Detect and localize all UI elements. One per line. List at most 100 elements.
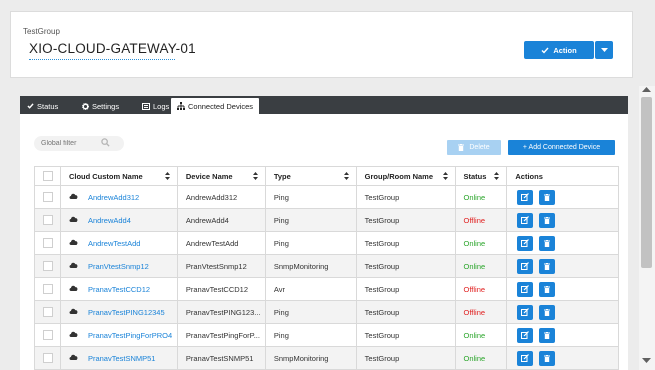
edit-icon [521,308,530,316]
action-dropdown-button[interactable] [595,41,613,59]
edit-button[interactable] [517,258,534,274]
action-button[interactable]: Action [524,41,594,59]
tab-status-label: Status [37,101,59,111]
device-name-cell: PranavTestCCD12 [176,277,266,301]
column-header-cloud-custom-name[interactable]: Cloud Custom Name [59,166,178,186]
table-row: PranavTestPING12345 PranavTestPING123...… [34,300,619,324]
row-select-cell [34,346,61,370]
sort-icon [343,172,349,180]
cloud-custom-name-cell: AndrewAdd312 [59,185,178,209]
tab-bar: Status Settings Logs Connected Devices [20,96,628,114]
delete-row-button[interactable] [539,212,556,228]
edit-button[interactable] [517,189,534,205]
edit-button[interactable] [517,327,534,343]
edit-button[interactable] [517,281,534,297]
table-row: PranavTestPingForPRO4 PranavTestPingForP… [34,323,619,347]
delete-row-button[interactable] [539,327,556,343]
row-checkbox[interactable] [43,284,53,294]
device-name-cell: PranavTestSNMP51 [176,346,266,370]
delete-row-button[interactable] [539,304,556,320]
cloud-custom-name-cell: PranVtestSnmp12 [59,254,178,278]
delete-row-button[interactable] [539,350,556,366]
sort-icon [494,172,500,180]
edit-button[interactable] [517,212,534,228]
row-select-cell [34,208,61,232]
cloud-custom-name-cell: PranavTestPingForPRO4 [59,323,178,347]
row-checkbox[interactable] [43,353,53,363]
column-header-type[interactable]: Type [264,166,357,186]
tab-status[interactable]: Status [27,98,58,114]
row-select-cell [34,277,61,301]
actions-cell [506,323,619,347]
search-icon [101,138,110,147]
trash-icon [544,308,551,316]
row-checkbox[interactable] [43,238,53,248]
delete-row-button[interactable] [539,189,556,205]
column-header-group-room-name[interactable]: Group/Room Name [355,166,456,186]
row-checkbox[interactable] [43,215,53,225]
sort-icon [442,172,448,180]
edit-button[interactable] [517,304,534,320]
edit-icon [521,239,530,247]
edit-icon [521,262,530,270]
type-cell: SnmpMonitoring [264,254,357,278]
tab-logs[interactable]: Logs [142,98,169,114]
cloud-custom-name-link[interactable]: PranavTestCCD12 [88,285,150,294]
check-icon [541,47,549,54]
row-checkbox[interactable] [43,192,53,202]
select-all-checkbox[interactable] [43,171,53,181]
gateway-name[interactable]: XIO-CLOUD-GATEWAY-01 [29,41,196,56]
type-cell: Ping [264,208,357,232]
cloud-icon [69,285,78,291]
actions-cell [506,277,619,301]
cloud-custom-name-cell: PranavTestSNMP51 [59,346,178,370]
cloud-custom-name-link[interactable]: AndrewAdd312 [88,193,139,202]
cloud-custom-name-cell: PranavTestCCD12 [59,277,178,301]
row-checkbox[interactable] [43,261,53,271]
column-header-device-name[interactable]: Device Name [176,166,266,186]
row-checkbox[interactable] [43,307,53,317]
sort-icon [164,172,170,180]
group-room-name-cell: TestGroup [355,254,456,278]
status-cell: Online [454,323,508,347]
cloud-custom-name-link[interactable]: PranavTestPingForPRO4 [88,331,172,340]
table-row: AndrewAdd312 AndrewAdd312 Ping TestGroup… [34,185,619,209]
cloud-custom-name-cell: AndrewTestAdd [59,231,178,255]
table-row: AndrewAdd4 AndrewAdd4 Ping TestGroup Off… [34,208,619,232]
tab-settings[interactable]: Settings [82,98,119,114]
delete-row-button[interactable] [539,235,556,251]
cloud-icon [69,262,78,268]
add-connected-device-button[interactable]: + Add Connected Device [508,140,615,155]
delete-row-button[interactable] [539,281,556,297]
status-cell: Offline [454,277,508,301]
cloud-custom-name-link[interactable]: AndrewTestAdd [88,239,141,248]
global-filter-input[interactable] [34,136,124,151]
cloud-custom-name-link[interactable]: PranavTestSNMP51 [88,354,156,363]
edit-button[interactable] [517,350,534,366]
tab-connected-devices[interactable]: Connected Devices [171,98,260,114]
check-icon [27,103,34,109]
device-name-cell: PranavTestPingForP... [176,323,266,347]
cloud-custom-name-link[interactable]: AndrewAdd4 [88,216,131,225]
scroll-down-arrow-icon[interactable] [642,358,651,364]
group-room-name-cell: TestGroup [355,208,456,232]
type-cell: Avr [264,277,357,301]
cloud-icon [69,308,78,314]
delete-button[interactable]: Delete [447,140,501,155]
cloud-custom-name-link[interactable]: PranVtestSnmp12 [88,262,149,271]
actions-cell [506,231,619,255]
gateway-header-card: TestGroup XIO-CLOUD-GATEWAY-01 Action [10,11,633,78]
group-room-name-cell: TestGroup [355,300,456,324]
row-checkbox[interactable] [43,330,53,340]
gateway-name-underline [29,59,175,60]
type-cell: Ping [264,323,357,347]
scroll-up-arrow-icon[interactable] [642,87,651,93]
connected-devices-table: Cloud Custom Name Device Name Type Group… [34,166,619,370]
scrollbar-thumb[interactable] [641,97,652,268]
trash-icon [458,144,465,151]
cloud-custom-name-link[interactable]: PranavTestPING12345 [88,308,165,317]
row-select-cell [34,231,61,255]
edit-button[interactable] [517,235,534,251]
column-header-status[interactable]: Status [454,166,508,186]
delete-row-button[interactable] [539,258,556,274]
